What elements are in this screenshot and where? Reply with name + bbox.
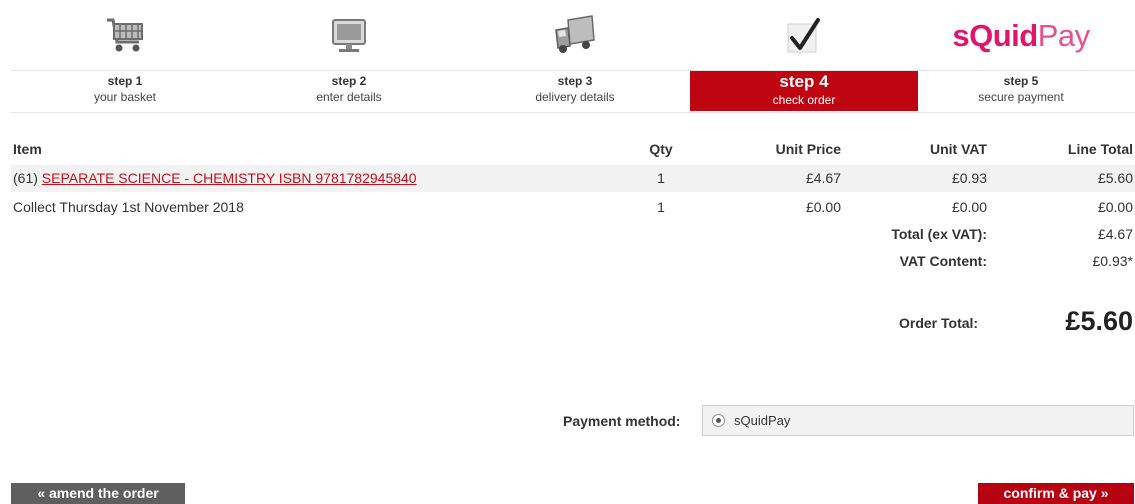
brand-part-1: s [952,18,970,53]
computer-monitor-icon [235,14,463,58]
divider [11,70,1135,71]
unit-vat-cell: £0.93 [951,170,987,186]
radio-selected-dot [716,418,721,423]
step-description: secure payment [978,90,1064,104]
shopping-cart-icon [11,14,239,58]
payment-method-option[interactable]: sQuidPay [702,405,1134,436]
step-label: step 1 your basket [11,71,239,111]
step-3: step 3 delivery details [461,0,689,113]
summary-label: Total (ex VAT): [891,226,987,242]
table-row: Collect Thursday 1st November 2018 1 £0.… [11,194,1135,221]
step-label: step 2 enter details [235,71,463,111]
summary-value: £4.67 [1097,226,1133,242]
checkout-steps: step 1 your basket step 2 enter details [11,0,1135,113]
line-total-cell: £5.60 [1097,170,1133,186]
step-number: step 5 [1003,74,1039,88]
step-number: step 4 [779,72,829,91]
step-label: step 3 delivery details [461,71,689,111]
payment-radio[interactable] [712,414,725,427]
order-total-label: Order Total: [899,315,979,331]
confirm-pay-button[interactable]: confirm & pay » [978,483,1134,504]
item-cell: (61) SEPARATE SCIENCE - CHEMISTRY ISBN 9… [13,165,417,192]
step-2: step 2 enter details [235,0,463,113]
divider [11,112,1135,113]
payment-option-label: sQuidPay [734,413,791,428]
amend-order-button[interactable]: « amend the order [11,483,185,504]
squidpay-logo: sQuidPay [907,14,1135,58]
brand-part-2: Quid [969,18,1038,53]
step-label: step 5 secure payment [907,71,1135,111]
summary-label: VAT Content: [899,253,987,269]
step-description: check order [772,93,836,107]
qty-cell: 1 [657,170,665,186]
summary-row-total-ex-vat: Total (ex VAT): £4.67 [11,221,1135,248]
unit-price-cell: £0.00 [805,199,841,215]
step-number: step 3 [557,74,593,88]
step-5: sQuidPay step 5 secure payment [907,0,1135,113]
summary-value: £0.93* [1092,253,1133,269]
order-total-value: £5.60 [1065,306,1133,336]
delivery-truck-icon [461,14,689,58]
step-description: your basket [93,90,157,104]
step-number: step 2 [331,74,367,88]
header-unit-price: Unit Price [775,141,841,157]
unit-vat-cell: £0.00 [951,199,987,215]
item-prefix: (61) [13,170,42,186]
step-number: step 1 [107,74,143,88]
item-cell: Collect Thursday 1st November 2018 [13,199,244,215]
header-unit-vat: Unit VAT [929,141,987,157]
step-label: step 4 check order [690,71,918,111]
step-description: enter details [316,90,382,104]
summary-row-vat-content: VAT Content: £0.93* [11,248,1135,275]
payment-method-label: Payment method: [563,413,681,429]
unit-price-cell: £4.67 [805,170,841,186]
header-line-total: Line Total [1067,141,1133,157]
step-4: step 4 check order [690,0,918,113]
header-qty: Qty [649,141,673,157]
step-1: step 1 your basket [11,0,239,113]
table-header: Item Qty Unit Price Unit VAT Line Total [11,136,1135,163]
checkmark-icon [690,14,918,58]
table-row: (61) SEPARATE SCIENCE - CHEMISTRY ISBN 9… [11,165,1135,192]
line-total-cell: £0.00 [1097,199,1133,215]
header-item: Item [13,141,42,157]
qty-cell: 1 [657,199,665,215]
item-link[interactable]: SEPARATE SCIENCE - CHEMISTRY ISBN 978178… [42,170,417,186]
brand-part-3: Pay [1037,18,1090,53]
step-description: delivery details [535,90,615,104]
